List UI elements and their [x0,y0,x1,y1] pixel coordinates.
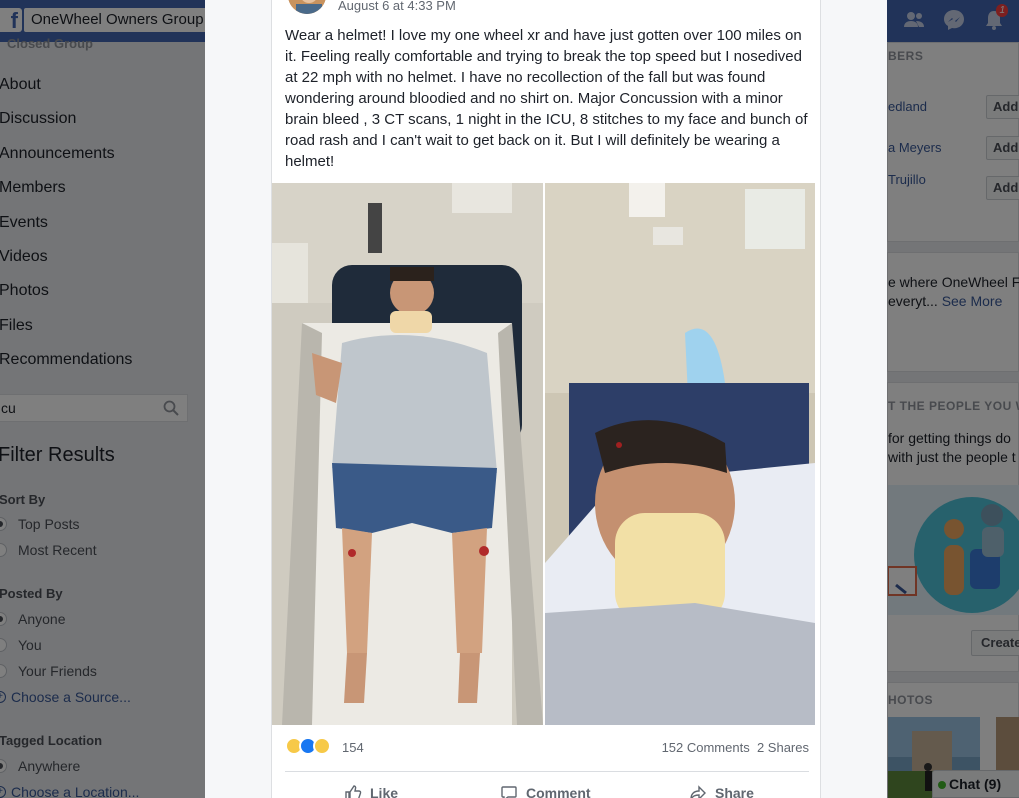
add-friend-button[interactable]: Add [986,136,1019,160]
nav-about[interactable]: About [0,76,41,94]
share-arrow-icon [690,785,706,798]
radio-icon[interactable] [0,638,7,652]
share-label: Share [715,785,754,798]
left-sidebar: Closed Group About Discussion Announceme… [0,36,204,798]
suggested-members-panel: BERS edland Add a Meyers Add Trujillo Ad… [887,42,1019,242]
online-status-icon [938,781,946,789]
radio-selected-icon[interactable] [0,612,7,626]
nav-members[interactable]: Members [0,179,66,197]
author-avatar[interactable] [286,0,328,16]
friend-requests-icon[interactable] [900,6,928,34]
top-search-input[interactable]: OneWheel Owners Group [24,8,210,32]
radio-icon[interactable] [0,664,7,678]
plus-icon: + [0,786,6,798]
reaction-count[interactable]: 154 [342,740,364,755]
nav-recommendations[interactable]: Recommendations [0,351,132,369]
right-sidebar: BERS edland Add a Meyers Add Trujillo Ad… [887,42,1019,798]
nav-events[interactable]: Events [0,214,48,232]
about-text: everyt... [888,293,938,309]
shares-count-link[interactable]: 2 Shares [757,740,809,755]
create-group-panel: T THE PEOPLE YOU WA for getting things d… [887,382,1019,672]
posted-by-option-label: Your Friends [18,663,97,679]
group-about-panel: e where OneWheel F everyt... See More [887,252,1019,372]
location-option-label: Anywhere [18,758,81,774]
posted-by-friends-option[interactable]: Your Friends [0,663,97,679]
comments-count-link[interactable]: 152 Comments [662,740,750,755]
post-photo-1[interactable] [272,183,543,725]
people-text-line: for getting things do [888,430,1011,446]
search-icon[interactable] [163,400,179,416]
group-search-input[interactable]: cu [0,394,188,422]
post-card: August 6 at 4:33 PM Wear a helmet! I lov… [271,0,821,798]
filter-results-title: Filter Results [0,444,115,466]
members-heading: BERS [888,49,924,63]
sort-most-recent-option[interactable]: Most Recent [0,542,97,558]
post-modal: August 6 at 4:33 PM Wear a helmet! I lov… [205,0,887,798]
about-text-line: e where OneWheel F [888,274,1019,290]
posted-by-anyone-option[interactable]: Anyone [0,611,65,627]
chat-label: Chat (9) [949,776,1002,792]
photos-heading: HOTOS [888,693,933,707]
suggested-member-name[interactable]: edland [888,99,927,114]
post-timestamp[interactable]: August 6 at 4:33 PM [338,0,456,13]
notifications-icon[interactable]: 1 [980,4,1008,34]
posted-by-title: Posted By [0,586,63,601]
comment-label: Comment [526,785,591,798]
choose-location-label: Choose a Location... [11,784,140,798]
people-heading: T THE PEOPLE YOU WA [888,399,1019,413]
actions-divider [285,771,809,772]
comment-bubble-icon [501,786,517,798]
suggested-member-name[interactable]: Trujillo [888,172,926,187]
posted-by-you-option[interactable]: You [0,637,42,653]
location-anywhere-option[interactable]: Anywhere [0,758,80,774]
comments-shares: 152 Comments 2 Shares [662,740,809,755]
sort-by-title: Sort By [0,492,46,507]
sort-option-label: Most Recent [18,542,97,558]
suggested-member-name[interactable]: a Meyers [888,140,941,155]
add-friend-button[interactable]: Add [986,176,1019,200]
thumbs-up-icon [345,785,362,798]
nav-discussion[interactable]: Discussion [0,110,76,128]
posted-by-option-label: Anyone [18,611,66,627]
choose-source-link[interactable]: + Choose a Source... [0,689,131,705]
choose-location-link[interactable]: + Choose a Location... [0,784,139,798]
group-search-value: cu [1,400,16,416]
radio-selected-icon[interactable] [0,517,7,531]
facebook-logo[interactable]: f [0,8,22,33]
nav-photos[interactable]: Photos [0,282,49,300]
add-friend-button[interactable]: Add [986,95,1019,119]
posted-by-option-label: You [18,637,42,653]
like-button[interactable]: Like [344,782,398,798]
reactions-row: 154 152 Comments 2 Shares [285,737,809,759]
like-label: Like [370,785,399,798]
radio-selected-icon[interactable] [0,759,7,773]
radio-icon[interactable] [0,543,7,557]
group-type-label: Closed Group [7,36,93,51]
reactions-icons[interactable] [285,737,331,755]
see-more-link[interactable]: See More [942,293,1003,309]
plus-icon: + [0,691,6,703]
sad-reaction-icon [313,737,331,755]
create-group-button[interactable]: Create [971,630,1019,656]
notifications-badge: 1 [996,4,1008,17]
sort-top-posts-option[interactable]: Top Posts [0,516,79,532]
about-text-line2: everyt... See More [888,292,1002,311]
nav-files[interactable]: Files [0,317,33,335]
tagged-location-title: Tagged Location [0,733,103,748]
nav-videos[interactable]: Videos [0,248,48,266]
post-photo-2[interactable] [545,183,815,725]
nav-announcements[interactable]: Announcements [0,145,115,163]
choose-source-label: Choose a Source... [11,689,131,705]
sort-option-label: Top Posts [18,516,80,532]
chat-bar[interactable]: Chat (9) [932,770,1019,798]
people-text-line2: with just the people t [888,449,1016,465]
comment-button[interactable]: Comment [500,782,591,798]
share-button[interactable]: Share [689,782,754,798]
messenger-icon[interactable] [940,6,968,34]
top-icons: 1 [900,4,1008,34]
group-illustration [887,485,1019,615]
post-body-text: Wear a helmet! I love my one wheel xr an… [285,27,808,170]
